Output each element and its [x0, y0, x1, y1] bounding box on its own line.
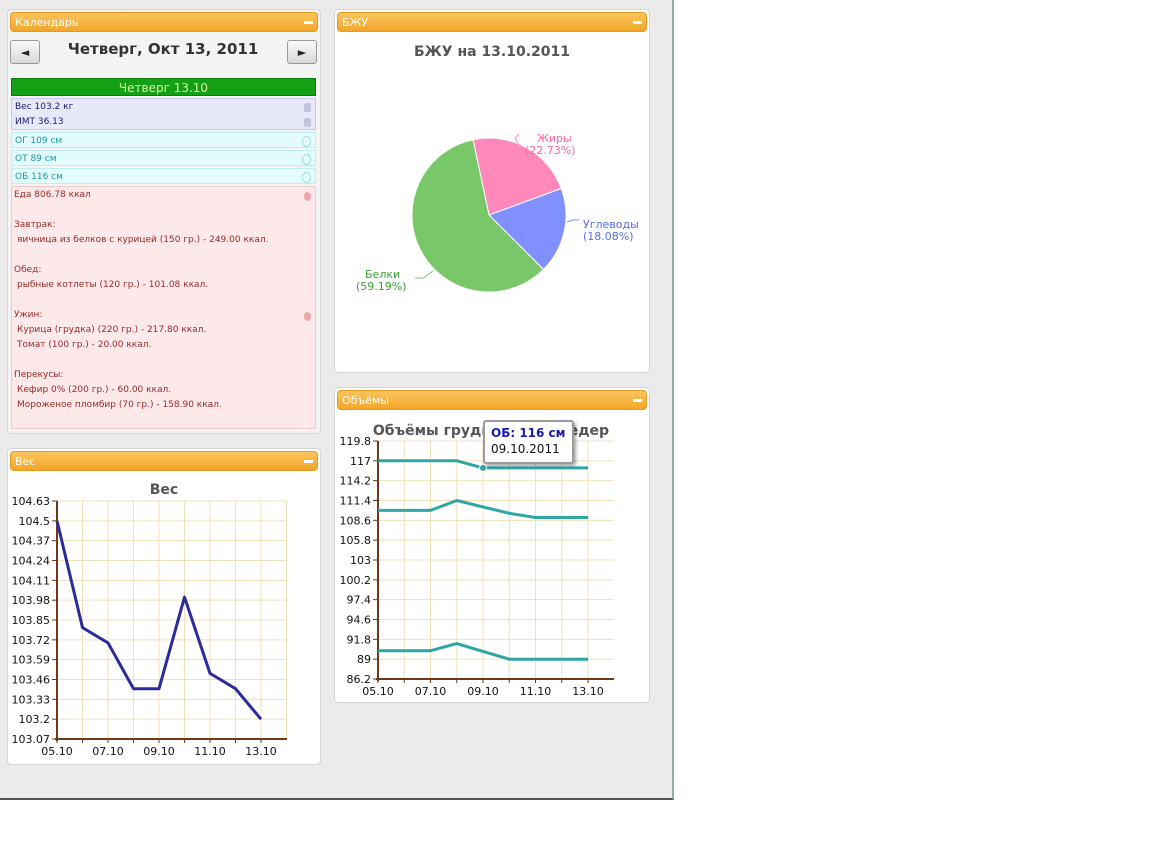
- meal-item: яичница из белков с курицей (150 гр.) - …: [17, 235, 269, 245]
- y-tick-label: 104.63: [12, 495, 51, 508]
- og-value: ОГ 109 см: [15, 136, 63, 146]
- weight-chart-title: Вес: [150, 482, 178, 498]
- x-tick-label: 13.10: [245, 745, 277, 758]
- slice-percent-carbs: (18.08%): [583, 230, 634, 243]
- next-day-button[interactable]: ►: [287, 40, 317, 64]
- calendar-panel-title: Календарь: [15, 16, 79, 29]
- pie-chart-title: БЖУ на 13.10.2011: [414, 44, 570, 60]
- weight-line-chart: Вес 104.63 104.5 104.37 104.24 104.11 103.98 1…: [12, 482, 287, 758]
- y-tick-label: 103.98: [12, 594, 51, 607]
- bju-pie-chart: БЖУ на 13.10.2011 Жиры (22.73%) Углеводы…: [356, 44, 639, 293]
- x-tick-label: 07.10: [92, 745, 124, 758]
- tape-icon: [302, 172, 311, 183]
- y-tick-label: 103.2: [19, 713, 51, 726]
- y-tick-label: 103.72: [12, 634, 51, 647]
- meal-item: Томат (100 гр.) - 20.00 ккал.: [17, 340, 152, 350]
- meal-name: Завтрак:: [14, 220, 56, 230]
- y-tick-label: 117: [350, 455, 371, 468]
- y-tick-label: 108.6: [340, 514, 372, 527]
- y-tick-label: 104.37: [12, 535, 51, 548]
- weight-panel-header: Вес: [10, 451, 318, 471]
- x-tick-label: 11.10: [520, 685, 552, 698]
- x-tick-label: 07.10: [415, 685, 447, 698]
- meal-item: Курица (грудка) (220 гр.) - 217.80 ккал.: [17, 325, 207, 335]
- x-tick-label: 05.10: [362, 685, 394, 698]
- pie-connector: [415, 270, 434, 279]
- meal-item: рыбные котлеты (120 гр.) - 101.08 ккал.: [17, 280, 209, 290]
- pie-connector: [566, 219, 579, 223]
- ob-row[interactable]: ОБ 116 см: [11, 168, 316, 184]
- tooltip-date: 09.10.2011: [491, 442, 560, 456]
- minimize-icon[interactable]: [304, 21, 313, 24]
- y-tick-label: 103.46: [12, 674, 51, 687]
- day-header: Четверг 13.10: [11, 78, 316, 96]
- x-tick-label: 11.10: [194, 745, 226, 758]
- y-tick-label: 104.24: [12, 555, 51, 568]
- minimize-icon[interactable]: [633, 21, 642, 24]
- y-tick-label: 100.2: [340, 574, 372, 587]
- weight-value: Вес 103.2 кг: [15, 102, 74, 112]
- meal-item: Мороженое пломбир (70 гр.) - 158.90 ккал…: [17, 400, 222, 410]
- volumes-panel-title: Объёмы: [342, 394, 389, 407]
- apple-icon: [304, 312, 311, 321]
- og-row[interactable]: ОГ 109 см: [11, 132, 316, 148]
- meal-name: Обед:: [14, 265, 42, 275]
- y-tick-label: 103.59: [12, 654, 51, 667]
- weight-bmi-block[interactable]: Вес 103.2 кг ИМТ 36.13: [11, 98, 316, 130]
- tape-icon: [302, 154, 311, 165]
- prev-day-button[interactable]: ◄: [10, 40, 40, 64]
- scale-icon: [304, 103, 311, 112]
- meal-name: Ужин:: [14, 310, 43, 320]
- x-tick-label: 09.10: [467, 685, 499, 698]
- weight-panel-title: Вес: [15, 455, 36, 468]
- x-tick-label: 13.10: [572, 685, 604, 698]
- app-window: Календарь ◄ Четверг, Окт 13, 2011 ► Четв…: [0, 0, 674, 800]
- y-tick-label: 104.5: [19, 515, 51, 528]
- y-tick-label: 89: [357, 653, 371, 666]
- slice-percent-fat: (22.73%): [525, 144, 576, 157]
- bmi-value: ИМТ 36.13: [15, 117, 64, 127]
- y-tick-label: 114.2: [340, 475, 372, 488]
- ot-value: ОТ 89 см: [15, 154, 57, 164]
- x-tick-label: 09.10: [143, 745, 175, 758]
- bju-panel-header: БЖУ: [337, 12, 647, 32]
- bju-panel: БЖУ БЖУ на 13.10.2011 Жиры (22.73%) Угле…: [334, 9, 650, 373]
- y-tick-label: 119.8: [340, 435, 372, 448]
- y-tick-label: 103.33: [12, 693, 51, 706]
- minimize-icon[interactable]: [633, 399, 642, 402]
- y-tick-label: 94.6: [347, 614, 372, 627]
- scale-icon: [304, 118, 311, 127]
- ot-row[interactable]: ОТ 89 см: [11, 150, 316, 166]
- y-tick-label: 103.85: [12, 614, 51, 627]
- apple-icon: [304, 192, 311, 201]
- meal-item: Кефир 0% (200 гр.) - 60.00 ккал.: [17, 385, 172, 395]
- food-total: Еда 806.78 ккал: [14, 190, 91, 200]
- calendar-date-label: Четверг, Окт 13, 2011: [67, 40, 259, 58]
- y-tick-label: 103: [350, 554, 371, 567]
- chart-tooltip: ОБ: 116 см 09.10.2011: [483, 420, 574, 464]
- y-tick-label: 105.8: [340, 534, 372, 547]
- volumes-panel-header: Объёмы: [337, 390, 647, 410]
- tape-icon: [302, 136, 311, 147]
- meal-name: Перекусы:: [14, 370, 64, 380]
- bju-panel-title: БЖУ: [342, 16, 369, 29]
- highlighted-point[interactable]: [479, 463, 487, 472]
- y-tick-label: 104.11: [12, 574, 51, 587]
- calendar-panel-header: Календарь: [10, 12, 318, 32]
- y-tick-label: 91.8: [347, 633, 372, 646]
- tooltip-label: ОБ: 116 см: [491, 426, 566, 440]
- ob-value: ОБ 116 см: [15, 172, 63, 182]
- y-tick-label: 111.4: [340, 495, 372, 508]
- y-tick-label: 97.4: [347, 594, 372, 607]
- slice-percent-protein: (59.19%): [356, 280, 407, 293]
- minimize-icon[interactable]: [304, 460, 313, 463]
- x-tick-label: 05.10: [41, 745, 73, 758]
